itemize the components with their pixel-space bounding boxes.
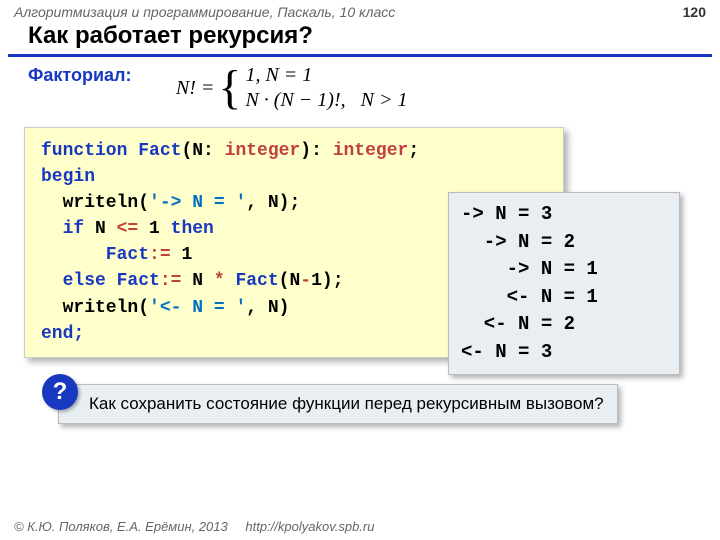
footer: © К.Ю. Поляков, Е.А. Ерёмин, 2013 http:/…	[14, 519, 374, 534]
page-title: Как работает рекурсия?	[8, 20, 712, 57]
formula-case2: N · (N − 1)!, N > 1	[245, 88, 407, 113]
header-bar: Алгоритмизация и программирование, Паска…	[0, 0, 720, 20]
formula: N! = { 1, N = 1 N · (N − 1)!, N > 1	[176, 63, 408, 113]
question-text: Как сохранить состояние функции перед ре…	[58, 384, 618, 424]
course-label: Алгоритмизация и программирование, Паска…	[14, 4, 395, 20]
page-number: 120	[683, 4, 706, 20]
subtitle: Факториал:	[0, 57, 131, 86]
brace-icon: {	[218, 64, 241, 112]
copyright: © К.Ю. Поляков, Е.А. Ерёмин, 2013	[14, 519, 228, 534]
footer-url[interactable]: http://kpolyakov.spb.ru	[245, 519, 374, 534]
trace-output: -> N = 3 -> N = 2 -> N = 1 <- N = 1 <- N…	[448, 192, 680, 375]
formula-case1: 1, N = 1	[245, 63, 407, 88]
question-icon: ?	[42, 374, 78, 410]
question-callout: ? Как сохранить состояние функции перед …	[58, 384, 618, 424]
formula-lhs: N! =	[176, 77, 215, 100]
